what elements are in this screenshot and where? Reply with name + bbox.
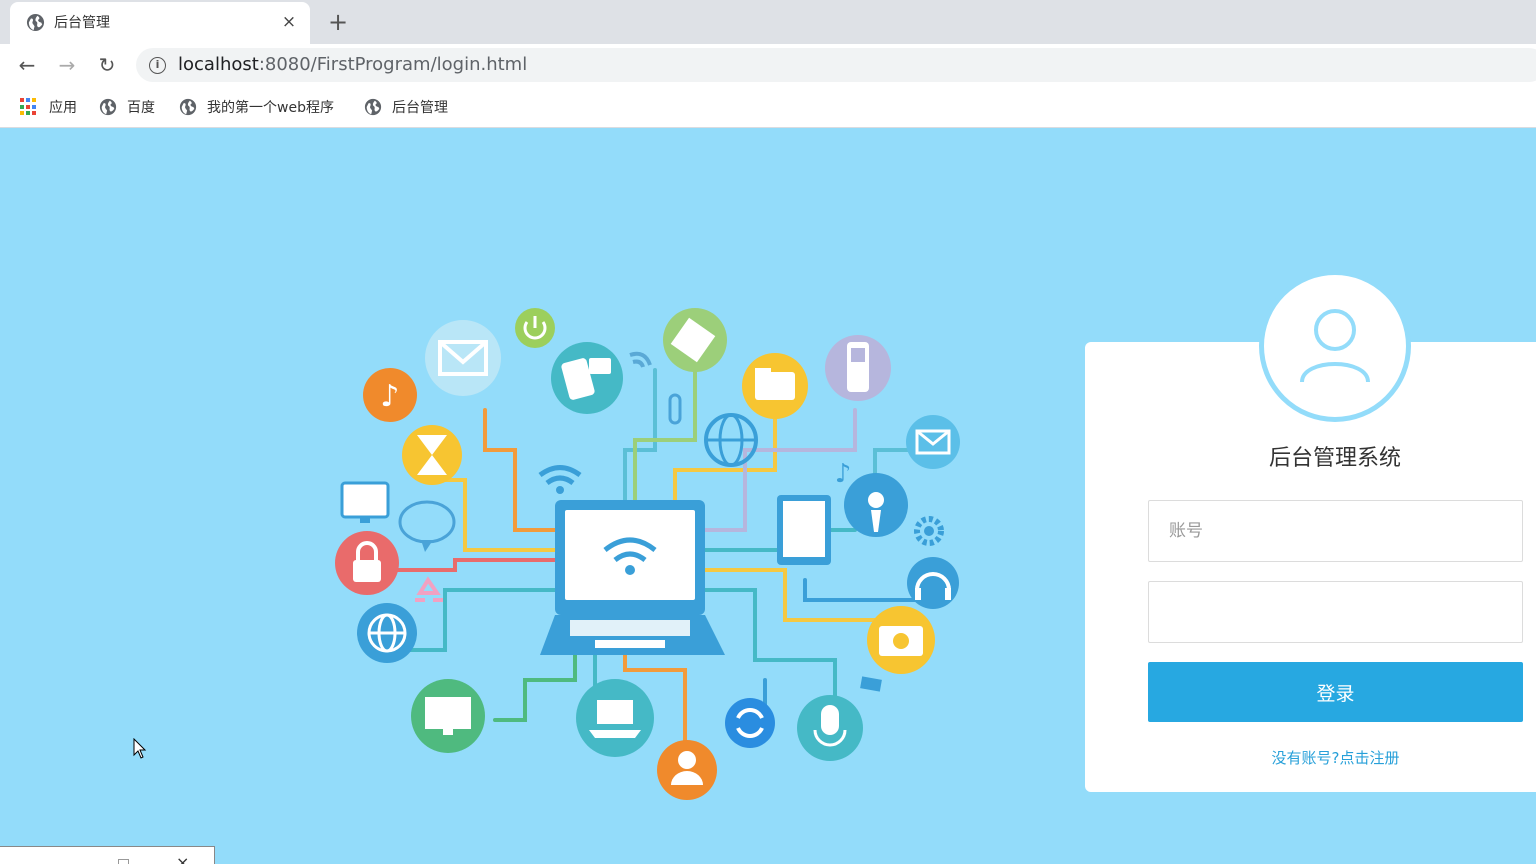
address-bar[interactable]: i localhost:8080/FirstProgram/login.html bbox=[136, 48, 1536, 82]
headset-chat-icon bbox=[398, 500, 456, 552]
sync-icon bbox=[725, 698, 775, 748]
power-icon bbox=[515, 308, 555, 348]
new-tab-button[interactable]: + bbox=[324, 9, 352, 37]
camera-icon bbox=[867, 606, 935, 674]
site-info-icon[interactable]: i bbox=[149, 57, 166, 74]
mail-icon bbox=[425, 320, 501, 396]
podcast-icon bbox=[844, 473, 908, 537]
mouse-cursor-icon bbox=[133, 738, 147, 759]
apps-grid-icon bbox=[20, 98, 38, 116]
bookmark-label: 后台管理 bbox=[392, 100, 448, 116]
url-text[interactable]: localhost:8080/FirstProgram/login.html bbox=[178, 54, 527, 76]
tablet-wifi-icon bbox=[777, 495, 831, 565]
tab-title: 后台管理 bbox=[54, 15, 110, 31]
url-host: localhost bbox=[178, 54, 259, 75]
globe-bubble-icon bbox=[357, 603, 417, 663]
user-icon bbox=[1300, 309, 1370, 383]
bookmark-label: 应用 bbox=[49, 100, 77, 116]
login-title: 后台管理系统 bbox=[1268, 446, 1401, 471]
svg-text:♪: ♪ bbox=[380, 379, 399, 414]
bookmark-label: 百度 bbox=[127, 100, 155, 116]
headphones-icon bbox=[907, 557, 959, 609]
minimized-window[interactable]: × bbox=[0, 846, 215, 864]
monitor-wifi-icon bbox=[340, 481, 390, 523]
password-field[interactable] bbox=[1148, 581, 1523, 643]
bookmark-first-web-program[interactable]: 我的第一个web程序 bbox=[179, 96, 334, 118]
close-tab-icon[interactable]: × bbox=[278, 11, 300, 33]
avatar bbox=[1259, 270, 1411, 422]
browser-tab-active[interactable]: 后台管理 × bbox=[10, 2, 310, 44]
phone-icon bbox=[825, 335, 891, 401]
hourglass-icon bbox=[402, 425, 462, 485]
globe-icon bbox=[364, 98, 382, 116]
camcorder-icon bbox=[551, 342, 623, 414]
username-field[interactable] bbox=[1148, 500, 1523, 562]
bookmark-apps[interactable]: 应用 bbox=[20, 96, 77, 118]
microphone-icon bbox=[797, 695, 863, 761]
lock-icon bbox=[335, 531, 399, 595]
bookmark-baidu[interactable]: 百度 bbox=[99, 96, 155, 118]
wifi-icon bbox=[538, 465, 582, 494]
close-window-icon[interactable]: × bbox=[176, 853, 189, 864]
globe-icon bbox=[99, 98, 117, 116]
browser-toolbar: ← → ↻ i localhost:8080/FirstProgram/logi… bbox=[0, 44, 1536, 86]
globe-icon bbox=[26, 13, 45, 32]
note-icon bbox=[663, 308, 727, 372]
user-bubble-icon bbox=[657, 740, 717, 800]
bookmarks-bar: 应用 百度 我的第一个web程序 后台管理 bbox=[0, 86, 1536, 128]
paperclip-icon bbox=[668, 393, 682, 425]
login-button[interactable]: 登录 bbox=[1148, 662, 1523, 722]
folder-small-icon bbox=[860, 676, 882, 692]
folder-icon bbox=[742, 353, 808, 419]
password-input[interactable] bbox=[1149, 582, 1522, 642]
back-arrow-icon[interactable]: ← bbox=[13, 52, 41, 80]
globe-icon bbox=[179, 98, 197, 116]
globe-icon bbox=[704, 413, 758, 467]
recycle-icon bbox=[415, 576, 443, 602]
music-note-small-icon: ♪ bbox=[835, 459, 852, 489]
bookmark-admin[interactable]: 后台管理 bbox=[364, 96, 448, 118]
laptop-bubble-icon bbox=[576, 679, 654, 757]
reload-icon[interactable]: ↻ bbox=[93, 52, 121, 80]
forward-arrow-icon[interactable]: → bbox=[53, 52, 81, 80]
envelope-icon bbox=[906, 415, 960, 469]
maximize-icon[interactable] bbox=[118, 859, 129, 864]
username-input[interactable] bbox=[1149, 501, 1522, 561]
tab-strip: 后台管理 × + bbox=[0, 0, 1536, 44]
wifi-signal-icon bbox=[629, 351, 652, 368]
url-path: :8080/FirstProgram/login.html bbox=[258, 54, 528, 75]
svg-text:♪: ♪ bbox=[835, 459, 852, 489]
monitor-icon bbox=[411, 679, 485, 753]
login-page: ♪ ♪ 后台管理系统 账号 登录 没有账号?点击注册 × bbox=[0, 128, 1536, 864]
network-illustration: ♪ ♪ bbox=[335, 308, 960, 800]
bookmark-label: 我的第一个web程序 bbox=[207, 100, 334, 116]
gear-icon bbox=[914, 516, 944, 546]
laptop-icon bbox=[540, 500, 725, 655]
music-note-icon: ♪ bbox=[363, 368, 417, 422]
register-link[interactable]: 没有账号?点击注册 bbox=[1148, 746, 1523, 770]
